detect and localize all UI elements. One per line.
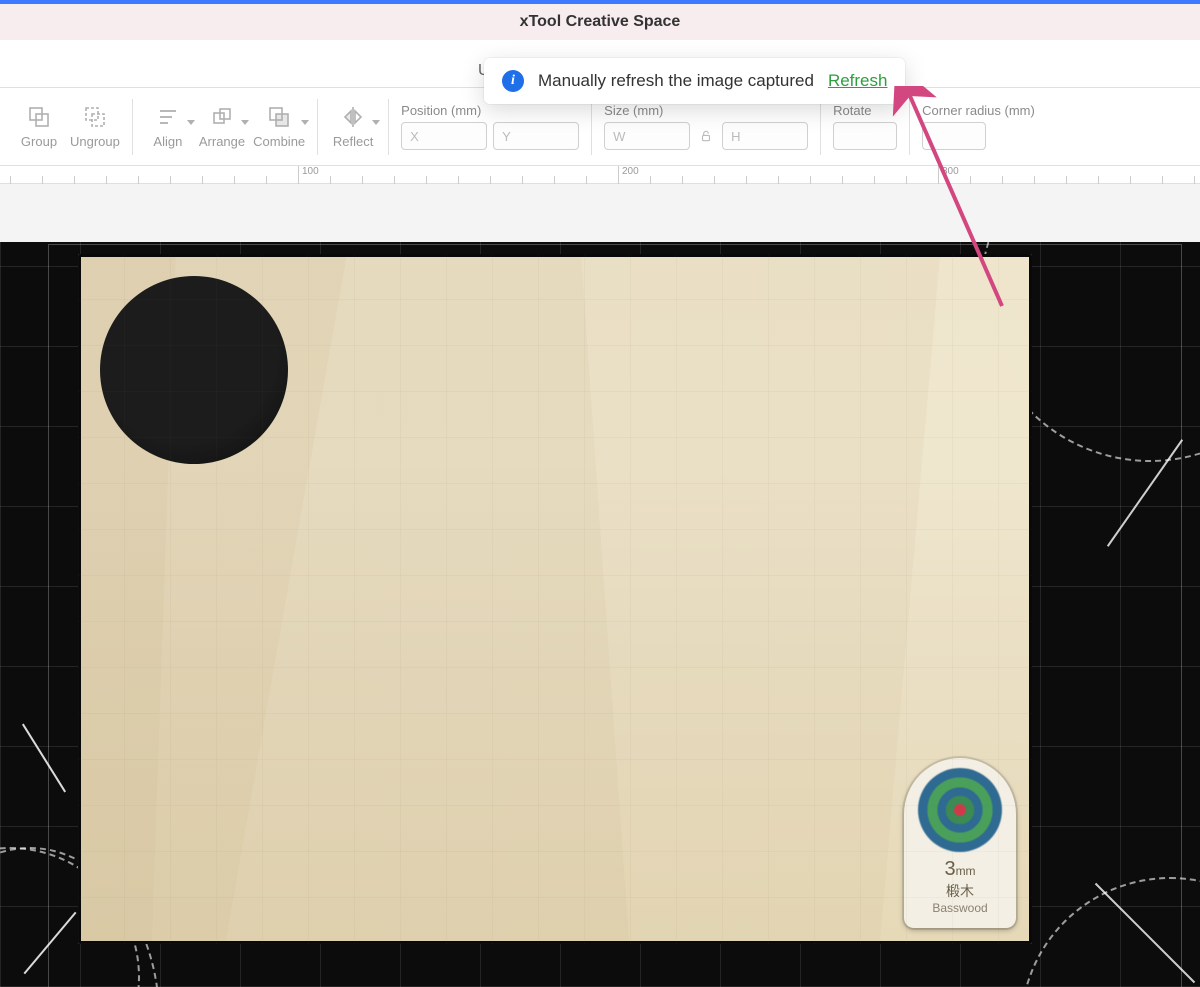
separator [132, 99, 133, 155]
combine-label: Combine [253, 134, 305, 149]
lock-aspect-icon[interactable] [696, 126, 716, 146]
ruler-tick-label: 300 [942, 166, 959, 177]
sticker-thickness: 3mm [944, 858, 975, 881]
chevron-down-icon [372, 120, 380, 125]
rotate-input[interactable] [833, 122, 897, 150]
separator [591, 99, 592, 155]
arrange-label: Arrange [199, 134, 245, 149]
app-title: xTool Creative Space [520, 13, 681, 31]
align-button[interactable]: Align [145, 104, 191, 149]
corner-radius-input[interactable] [922, 122, 986, 150]
chevron-down-icon [301, 120, 309, 125]
target-rings-icon [918, 768, 1002, 852]
sticker-name-cn: 椴木 [946, 881, 974, 901]
combine-icon [266, 104, 292, 130]
window-titlebar: xTool Creative Space [0, 0, 1200, 40]
rotate-label: Rotate [833, 103, 897, 118]
arrange-button[interactable]: Arrange [199, 104, 245, 149]
align-icon [155, 104, 181, 130]
camera-view[interactable]: 3mm 椴木 Basswood [0, 242, 1200, 987]
size-w-input[interactable] [604, 122, 690, 150]
separator [820, 99, 821, 155]
size-label: Size (mm) [604, 103, 808, 118]
separator [909, 99, 910, 155]
size-h-input[interactable] [722, 122, 808, 150]
canvas-zone: 3mm 椴木 Basswood [0, 184, 1200, 987]
group-icon [26, 104, 52, 130]
corner-radius-label: Corner radius (mm) [922, 103, 1035, 118]
ungroup-button[interactable]: Ungroup [70, 104, 120, 149]
group-button[interactable]: Group [16, 104, 62, 149]
position-label: Position (mm) [401, 103, 579, 118]
ruler-tick-label: 200 [622, 166, 639, 177]
combine-button[interactable]: Combine [253, 104, 305, 149]
group-label: Group [21, 134, 57, 149]
refresh-link[interactable]: Refresh [828, 71, 888, 91]
reflect-label: Reflect [333, 134, 373, 149]
ungroup-icon [82, 104, 108, 130]
separator [317, 99, 318, 155]
sticker-name-en: Basswood [932, 901, 987, 915]
corner-radius-group: Corner radius (mm) [914, 88, 1043, 165]
cutout-circle [100, 276, 288, 464]
chevron-down-icon [187, 120, 195, 125]
position-x-input[interactable] [401, 122, 487, 150]
refresh-popup: i Manually refresh the image captured Re… [484, 58, 905, 104]
info-icon: i [502, 70, 524, 92]
ruler-tick-label: 100 [302, 166, 319, 177]
material-board: 3mm 椴木 Basswood [78, 254, 1032, 944]
align-label: Align [153, 134, 182, 149]
material-sticker: 3mm 椴木 Basswood [904, 758, 1016, 928]
position-y-input[interactable] [493, 122, 579, 150]
arrange-icon [209, 104, 235, 130]
chevron-down-icon [241, 120, 249, 125]
popup-message: Manually refresh the image captured [538, 71, 814, 91]
reflect-button[interactable]: Reflect [330, 104, 376, 149]
horizontal-ruler: 100 200 300 [0, 166, 1200, 184]
separator [388, 99, 389, 155]
reflect-icon [340, 104, 366, 130]
ungroup-label: Ungroup [70, 134, 120, 149]
